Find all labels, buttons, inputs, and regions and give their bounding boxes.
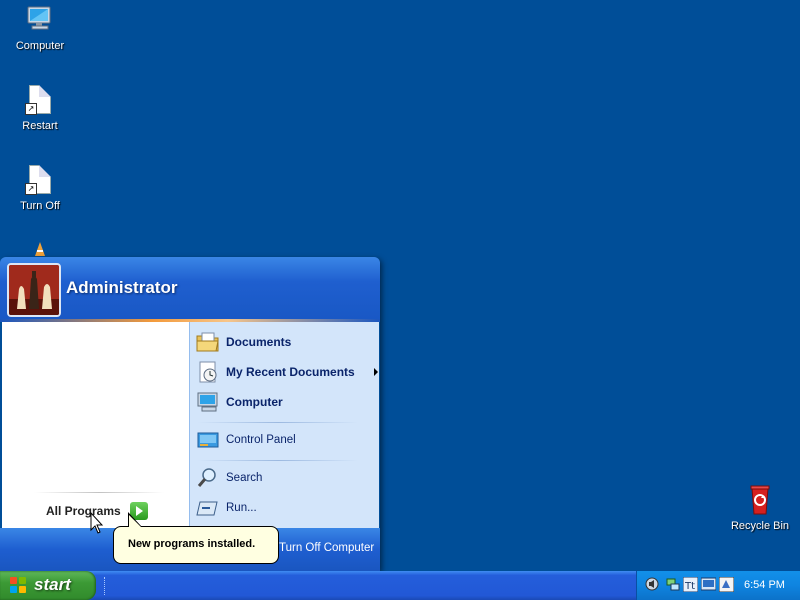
menu-item-documents[interactable]: Documents: [196, 328, 372, 356]
svg-text:Tt: Tt: [684, 581, 695, 592]
turn-off-shortcut-icon: ↗: [24, 164, 56, 196]
mouse-cursor-icon: [90, 511, 104, 539]
system-tray: Tt 6:54 PM: [636, 571, 800, 600]
desktop-icon-label: Restart: [22, 120, 58, 132]
menu-item-label: Run...: [226, 502, 257, 514]
desktop-icon-restart[interactable]: ↗ Restart: [0, 84, 80, 132]
documents-folder-icon: [196, 330, 220, 354]
menu-item-label: Computer: [226, 395, 283, 409]
menu-item-control-panel[interactable]: Control Panel: [196, 426, 372, 454]
control-panel-icon: [196, 428, 220, 452]
menu-item-search[interactable]: Search: [196, 464, 372, 492]
computer-icon: [24, 4, 56, 36]
recycle-bin-icon: [744, 484, 776, 516]
menu-item-label: Control Panel: [226, 434, 296, 446]
menu-item-computer[interactable]: Computer: [196, 388, 372, 416]
menu-divider: [198, 460, 358, 461]
windows-logo-icon: [10, 577, 27, 594]
desktop-icon-label: Turn Off: [20, 200, 60, 212]
start-button[interactable]: start: [0, 571, 96, 600]
network-icon[interactable]: [665, 577, 680, 592]
start-menu-right-pane: Documents My Recent Documents Computer C…: [189, 322, 379, 528]
taskbar-grip[interactable]: [104, 577, 109, 595]
user-name: Administrator: [66, 278, 178, 297]
input-method-icon[interactable]: Tt: [682, 576, 699, 593]
clock[interactable]: 6:54 PM: [744, 579, 785, 591]
desktop-icon-label: Recycle Bin: [730, 520, 790, 532]
start-label: start: [34, 575, 71, 594]
menu-item-label: Search: [226, 472, 263, 484]
run-icon: [196, 496, 220, 520]
recent-documents-icon: [196, 360, 220, 384]
all-programs-divider: [34, 492, 164, 493]
taskbar: start Tt 6:54 PM: [0, 571, 800, 600]
speaker-icon[interactable]: [645, 577, 660, 592]
start-menu-header: Administrator: [0, 257, 380, 319]
shortcut-arrow-icon: ↗: [25, 183, 37, 195]
balloon-text: New programs installed.: [128, 538, 256, 550]
turn-off-computer-button[interactable]: Turn Off Computer: [279, 542, 374, 554]
menu-item-run[interactable]: Run...: [196, 494, 372, 522]
start-menu: Administrator All Programs Documents My …: [0, 257, 380, 571]
user-avatar[interactable]: [7, 263, 61, 317]
submenu-arrow-icon: [374, 368, 378, 376]
partial-desktop-icon[interactable]: [34, 242, 46, 256]
search-icon: [196, 466, 220, 490]
menu-divider: [198, 422, 358, 423]
computer-icon: [196, 390, 220, 414]
menu-item-recent-documents[interactable]: My Recent Documents: [196, 358, 378, 386]
desktop-icon-label: Computer: [15, 40, 65, 52]
update-icon[interactable]: [718, 576, 735, 593]
restart-shortcut-icon: ↗: [24, 84, 56, 116]
balloon-tail-fill: [129, 515, 141, 527]
start-menu-left-pane: All Programs: [2, 322, 189, 528]
desktop-icon-recycle-bin[interactable]: Recycle Bin: [720, 484, 800, 532]
menu-item-label: Documents: [226, 335, 292, 349]
notification-balloon[interactable]: New programs installed.: [113, 526, 279, 564]
display-settings-icon[interactable]: [700, 577, 717, 592]
desktop-icon-computer[interactable]: Computer: [0, 4, 80, 52]
menu-item-label: My Recent Documents: [226, 365, 355, 379]
shortcut-arrow-icon: ↗: [25, 103, 37, 115]
desktop-icon-turn-off[interactable]: ↗ Turn Off: [0, 164, 80, 212]
